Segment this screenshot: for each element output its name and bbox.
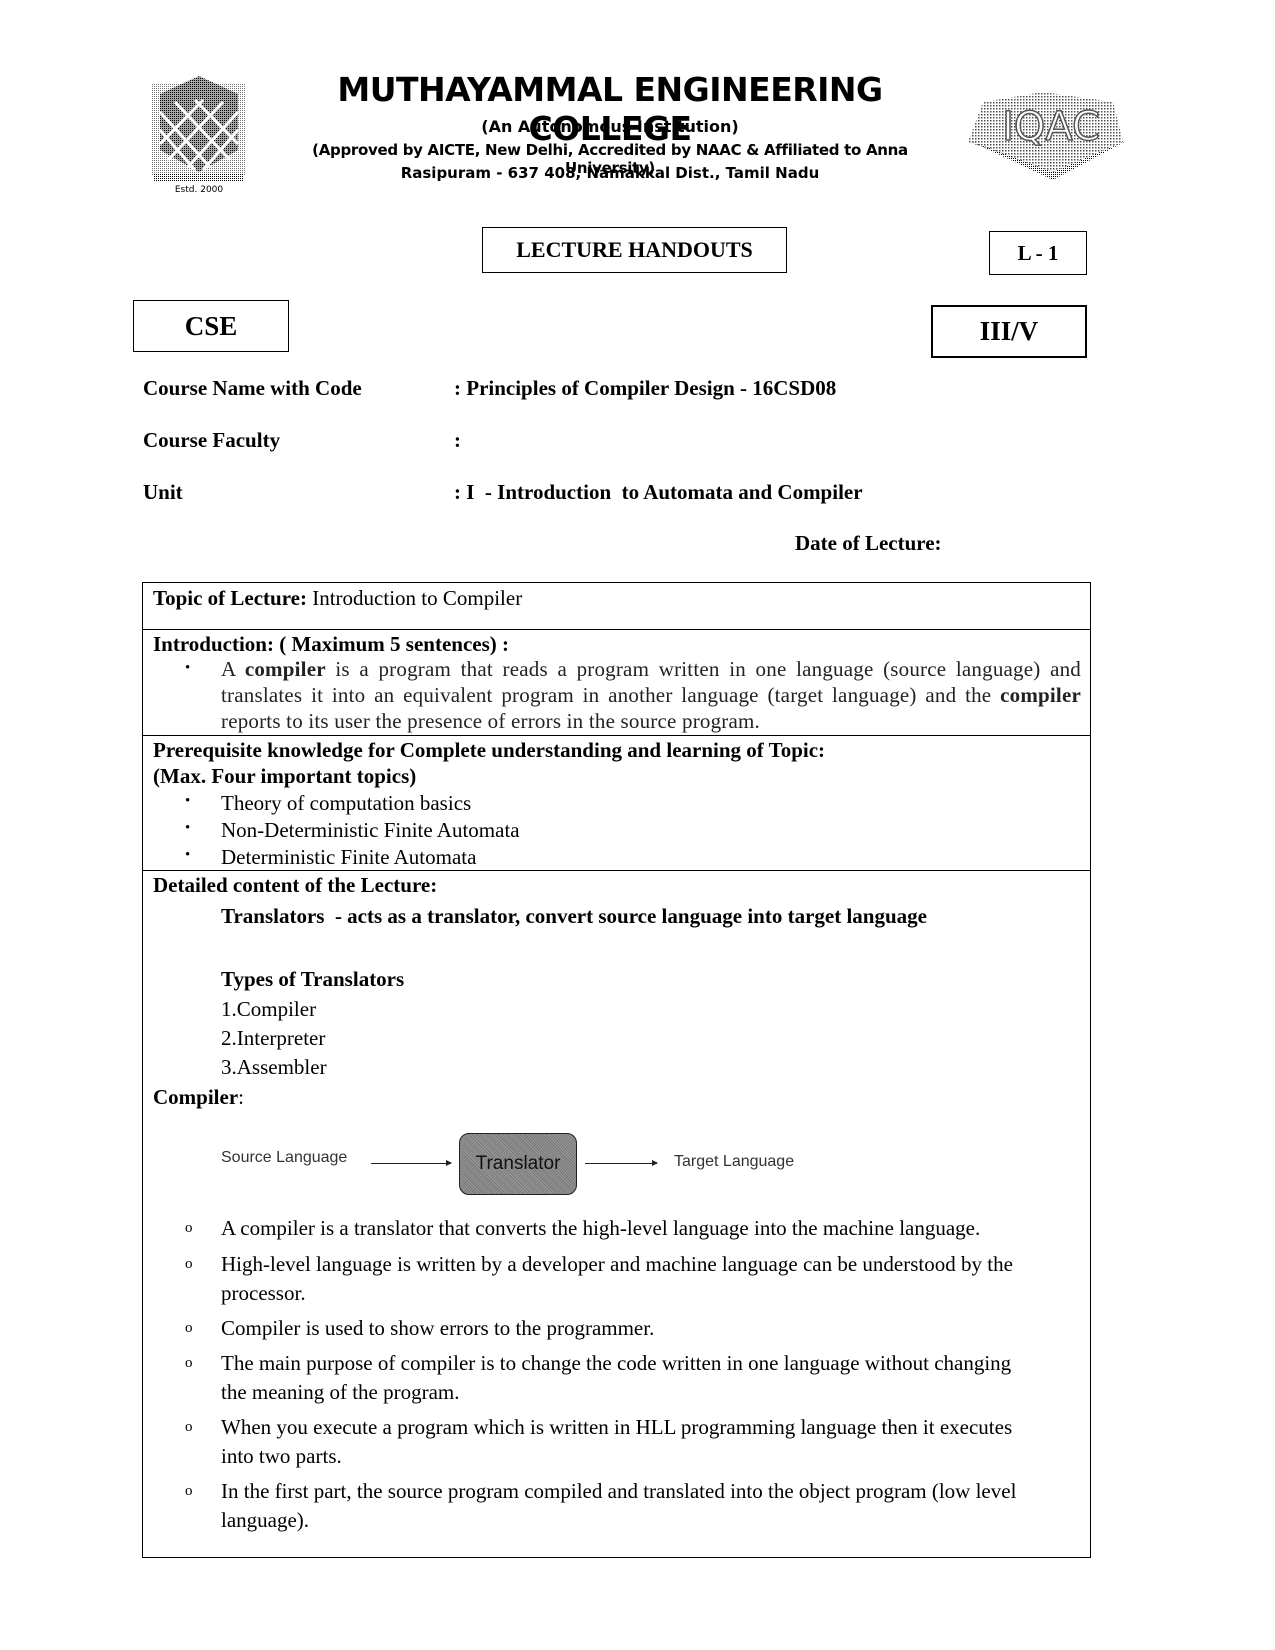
compiler-colon: : bbox=[238, 1085, 244, 1109]
unit-label: Unit bbox=[143, 480, 183, 504]
prerequisite-sublabel: (Max. Four important topics) bbox=[153, 764, 417, 788]
translator-label: Translator bbox=[475, 1153, 561, 1174]
compiler-point: High-level language is written by a deve… bbox=[221, 1252, 1013, 1276]
translators-definition: Translators - acts as a translator, conv… bbox=[221, 904, 927, 928]
lecture-number: L - 1 bbox=[1017, 240, 1059, 265]
department-box: CSE bbox=[133, 300, 289, 352]
compiler-point: the meaning of the program. bbox=[221, 1380, 460, 1404]
topic-row: Topic of Lecture: Introduction to Compil… bbox=[143, 583, 1090, 630]
year-semester-box: III/V bbox=[931, 305, 1087, 358]
circle-bullet-icon: o bbox=[185, 1483, 193, 1499]
introduction-text: A compiler is a program that reads a pro… bbox=[221, 657, 1081, 733]
introduction-label: Introduction: ( Maximum 5 sentences) : bbox=[153, 632, 509, 656]
faculty-label: Course Faculty bbox=[143, 428, 281, 452]
department: CSE bbox=[184, 310, 238, 341]
lecture-number-box: L - 1 bbox=[989, 231, 1087, 275]
date-of-lecture-label: Date of Lecture: bbox=[795, 531, 942, 555]
compiler-point: In the first part, the source program co… bbox=[221, 1479, 1017, 1503]
address-line: Rasipuram - 637 408, Namakkal Dist., Tam… bbox=[400, 164, 820, 182]
college-name: MUTHAYAMMAL ENGINEERING COLLEGE bbox=[337, 70, 883, 148]
bullet-icon: • bbox=[185, 820, 191, 836]
target-language-label: Target Language bbox=[674, 1153, 795, 1170]
bullet-icon: • bbox=[185, 660, 191, 676]
type-item: 3.Assembler bbox=[221, 1055, 327, 1079]
introduction-row: Introduction: ( Maximum 5 sentences) : •… bbox=[143, 630, 1090, 736]
document-title-box: LECTURE HANDOUTS bbox=[482, 227, 787, 273]
year-semester: III/V bbox=[979, 316, 1039, 346]
translator-box: Translator bbox=[459, 1133, 577, 1195]
circle-bullet-icon: o bbox=[185, 1256, 193, 1272]
faculty-value: : bbox=[454, 428, 461, 452]
compiler-heading: Compiler bbox=[153, 1085, 239, 1109]
course-label: Course Name with Code bbox=[143, 376, 362, 400]
iqac-logo: IQAC bbox=[963, 72, 1133, 182]
circle-bullet-icon: o bbox=[185, 1320, 193, 1336]
bullet-icon: • bbox=[185, 793, 191, 809]
prerequisite-row: Prerequisite knowledge for Complete unde… bbox=[143, 736, 1090, 871]
translator-diagram: Source Language Translator Target Langua… bbox=[213, 1133, 853, 1197]
detailed-content-row: Detailed content of the Lecture: Transla… bbox=[143, 871, 1090, 1559]
source-language-label: Source Language bbox=[221, 1149, 348, 1166]
type-item: 1.Compiler bbox=[221, 997, 317, 1021]
arrow-right-icon bbox=[371, 1160, 452, 1166]
lecture-content-table: Topic of Lecture: Introduction to Compil… bbox=[142, 582, 1091, 1558]
arrow-right-icon bbox=[585, 1160, 658, 1166]
bullet-icon: • bbox=[185, 847, 191, 863]
logo-caption: Estd. 2000 bbox=[175, 185, 224, 194]
compiler-point: into two parts. bbox=[221, 1444, 342, 1468]
compiler-point: A compiler is a translator that converts… bbox=[221, 1216, 981, 1240]
document-title: LECTURE HANDOUTS bbox=[516, 237, 753, 262]
compiler-point: The main purpose of compiler is to chang… bbox=[221, 1351, 1012, 1375]
detailed-content-label: Detailed content of the Lecture: bbox=[153, 873, 438, 897]
topic-label: Topic of Lecture: bbox=[153, 586, 307, 610]
circle-bullet-icon: o bbox=[185, 1419, 193, 1435]
compiler-point: When you execute a program which is writ… bbox=[221, 1415, 1013, 1439]
prerequisite-label: Prerequisite knowledge for Complete unde… bbox=[153, 738, 826, 762]
college-logo: Estd. 2000 bbox=[150, 72, 248, 195]
types-heading: Types of Translators bbox=[221, 967, 405, 991]
circle-bullet-icon: o bbox=[185, 1355, 193, 1371]
topic-value: Introduction to Compiler bbox=[306, 586, 523, 610]
prerequisite-item: Non-Deterministic Finite Automata bbox=[221, 818, 520, 842]
circle-bullet-icon: o bbox=[185, 1220, 193, 1236]
course-value: : Principles of Compiler Design - 16CSD0… bbox=[454, 376, 837, 400]
institution-type: (An Autonomous Institution) bbox=[481, 117, 739, 136]
prerequisite-item: Theory of computation basics bbox=[221, 791, 472, 815]
compiler-point: Compiler is used to show errors to the p… bbox=[221, 1316, 655, 1340]
compiler-point: processor. bbox=[221, 1281, 306, 1305]
compiler-point: language). bbox=[221, 1508, 310, 1532]
iqac-text: IQAC bbox=[1002, 104, 1100, 150]
type-item: 2.Interpreter bbox=[221, 1026, 326, 1050]
unit-value: : I - Introduction to Automata and Compi… bbox=[454, 480, 863, 504]
prerequisite-item: Deterministic Finite Automata bbox=[221, 845, 477, 869]
